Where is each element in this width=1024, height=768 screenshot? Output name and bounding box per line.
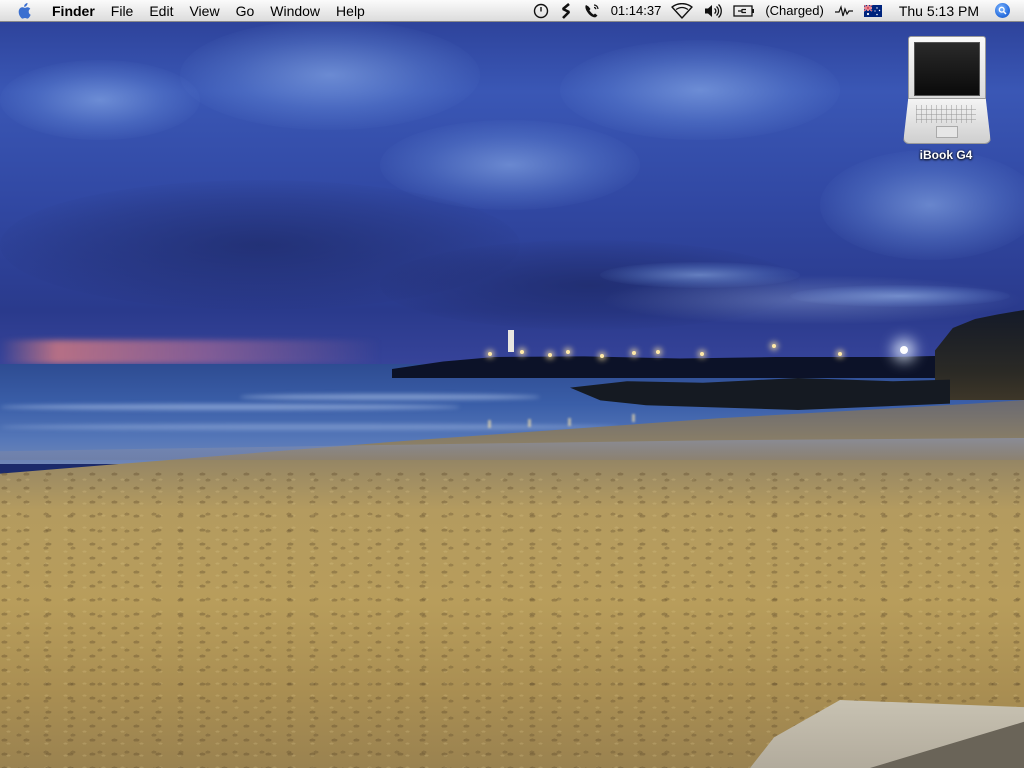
menu-clock[interactable]: Thu 5:13 PM: [887, 0, 989, 22]
wallpaper-reflection: [488, 420, 491, 428]
menu-view[interactable]: View: [181, 0, 227, 22]
wallpaper-light: [566, 350, 570, 354]
wallpaper-wave: [0, 404, 460, 410]
laptop-icon[interactable]: [903, 34, 991, 146]
menu-bar-left: Finder File Edit View Go Window Help: [0, 0, 373, 22]
laptop-base: [903, 98, 991, 144]
battery-status[interactable]: (Charged): [760, 0, 829, 22]
speaker-icon[interactable]: [698, 0, 728, 22]
wallpaper-reflection: [528, 419, 531, 427]
menu-app-finder[interactable]: Finder: [44, 0, 103, 22]
laptop-trackpad: [936, 126, 958, 138]
wifi-icon[interactable]: [666, 0, 698, 22]
menu-edit[interactable]: Edit: [141, 0, 181, 22]
phone-icon[interactable]: [578, 0, 606, 22]
wallpaper-lighthouse: [508, 330, 514, 352]
menu-extras: 01:14:37 (Charged) Thu 5:13 PM: [528, 0, 1024, 22]
wallpaper-light: [600, 354, 604, 358]
battery-plug-icon[interactable]: [728, 0, 760, 22]
menu-help[interactable]: Help: [328, 0, 373, 22]
wallpaper-reflection: [632, 414, 635, 422]
laptop-screen: [914, 42, 980, 96]
wallpaper-wave: [0, 424, 620, 430]
script-s-icon[interactable]: [554, 0, 578, 22]
wallpaper-cloud: [560, 40, 840, 140]
timer-readout[interactable]: 01:14:37: [606, 0, 667, 22]
wallpaper-reflection: [568, 418, 571, 426]
laptop-lid: [908, 36, 986, 102]
menu-go[interactable]: Go: [228, 0, 263, 22]
wallpaper-streetlight: [900, 346, 908, 354]
desktop-wallpaper: [0, 0, 1024, 768]
apple-icon[interactable]: [14, 0, 34, 22]
wallpaper-light: [488, 352, 492, 356]
desktop[interactable]: Finder File Edit View Go Window Help 01:…: [0, 0, 1024, 768]
wallpaper-wave: [240, 394, 540, 400]
wallpaper-light: [838, 352, 842, 356]
menu-bar: Finder File Edit View Go Window Help 01:…: [0, 0, 1024, 22]
wallpaper-light: [548, 353, 552, 357]
wallpaper-cloud: [0, 60, 200, 140]
menu-window[interactable]: Window: [262, 0, 328, 22]
wallpaper-light: [632, 351, 636, 355]
wallpaper-light: [520, 350, 524, 354]
desktop-icon-label[interactable]: iBook G4: [920, 148, 973, 162]
spotlight-magnifier-icon[interactable]: [995, 3, 1010, 18]
wallpaper-light: [700, 352, 704, 356]
clock-circle-icon[interactable]: [528, 0, 554, 22]
wallpaper-light: [772, 344, 776, 348]
australian-flag-icon[interactable]: [859, 0, 887, 22]
activity-icon[interactable]: [829, 0, 859, 22]
laptop-keyboard: [916, 105, 976, 123]
desktop-icon-ibook-g4[interactable]: iBook G4: [890, 34, 1002, 174]
wallpaper-light: [656, 350, 660, 354]
wallpaper-horizon-glow: [600, 275, 1024, 325]
wallpaper-sunset: [0, 340, 380, 364]
wallpaper-cloud: [180, 20, 480, 130]
menu-file[interactable]: File: [103, 0, 142, 22]
